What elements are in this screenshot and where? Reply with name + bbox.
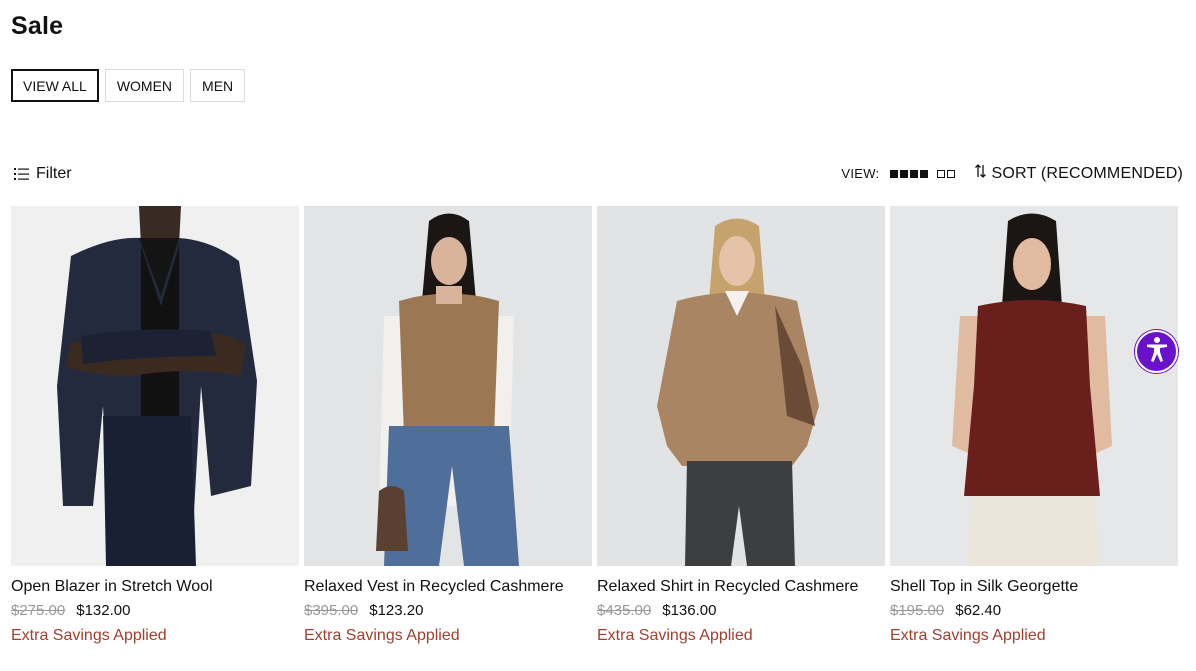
accessibility-button[interactable]	[1135, 330, 1178, 373]
tab-view-all[interactable]: VIEW ALL	[11, 69, 99, 102]
promo-text: Extra Savings Applied	[11, 627, 167, 644]
product-name[interactable]: Shell Top in Silk Georgette	[890, 577, 1178, 596]
grid-4-icon[interactable]	[889, 169, 928, 178]
product-name[interactable]: Open Blazer in Stretch Wool	[11, 577, 299, 596]
sort-button[interactable]: SORT (RECOMMENDED)	[974, 164, 1183, 183]
product-card[interactable]: Relaxed Vest in Recycled Cashmere $395.0…	[304, 206, 592, 645]
product-card[interactable]: Relaxed Shirt in Recycled Cashmere $435.…	[597, 206, 885, 645]
original-price: $395.00	[304, 602, 359, 619]
product-name[interactable]: Relaxed Shirt in Recycled Cashmere	[597, 577, 885, 596]
product-image[interactable]	[304, 206, 592, 566]
view-label: VIEW:	[841, 166, 880, 181]
category-tabs: VIEW ALL WOMEN MEN	[11, 69, 246, 102]
product-name[interactable]: Relaxed Vest in Recycled Cashmere	[304, 577, 592, 596]
sale-price: $123.20	[369, 602, 424, 619]
filter-button[interactable]: Filter	[14, 165, 72, 183]
product-card[interactable]: Shell Top in Silk Georgette $195.00 $62.…	[890, 206, 1178, 645]
promo-text: Extra Savings Applied	[597, 627, 753, 644]
sale-price: $132.00	[76, 602, 131, 619]
filter-icon	[14, 168, 29, 180]
product-card[interactable]: Open Blazer in Stretch Wool $275.00 $132…	[11, 206, 299, 645]
sale-price: $136.00	[662, 602, 717, 619]
tab-women[interactable]: WOMEN	[104, 69, 185, 102]
tab-men[interactable]: MEN	[190, 69, 246, 102]
price-row: $275.00 $132.00	[11, 602, 299, 620]
original-price: $435.00	[597, 602, 652, 619]
sort-label: SORT (RECOMMENDED)	[991, 164, 1183, 182]
price-row: $195.00 $62.40	[890, 602, 1178, 620]
promo-text: Extra Savings Applied	[890, 627, 1046, 644]
grid-2-icon[interactable]	[936, 169, 955, 178]
page-title: Sale	[11, 12, 64, 40]
original-price: $275.00	[11, 602, 66, 619]
sale-price: $62.40	[955, 602, 1002, 619]
price-row: $395.00 $123.20	[304, 602, 592, 620]
accessibility-icon	[1143, 335, 1171, 368]
product-grid: Open Blazer in Stretch Wool $275.00 $132…	[11, 206, 1178, 645]
product-image[interactable]	[890, 206, 1178, 566]
sort-icon	[974, 164, 986, 183]
filter-label: Filter	[36, 165, 72, 182]
product-image[interactable]	[11, 206, 299, 566]
promo-text: Extra Savings Applied	[304, 627, 460, 644]
price-row: $435.00 $136.00	[597, 602, 885, 620]
product-image[interactable]	[597, 206, 885, 566]
view-sort-controls: VIEW: SORT (RECOMMENDED)	[841, 164, 1183, 183]
original-price: $195.00	[890, 602, 945, 619]
